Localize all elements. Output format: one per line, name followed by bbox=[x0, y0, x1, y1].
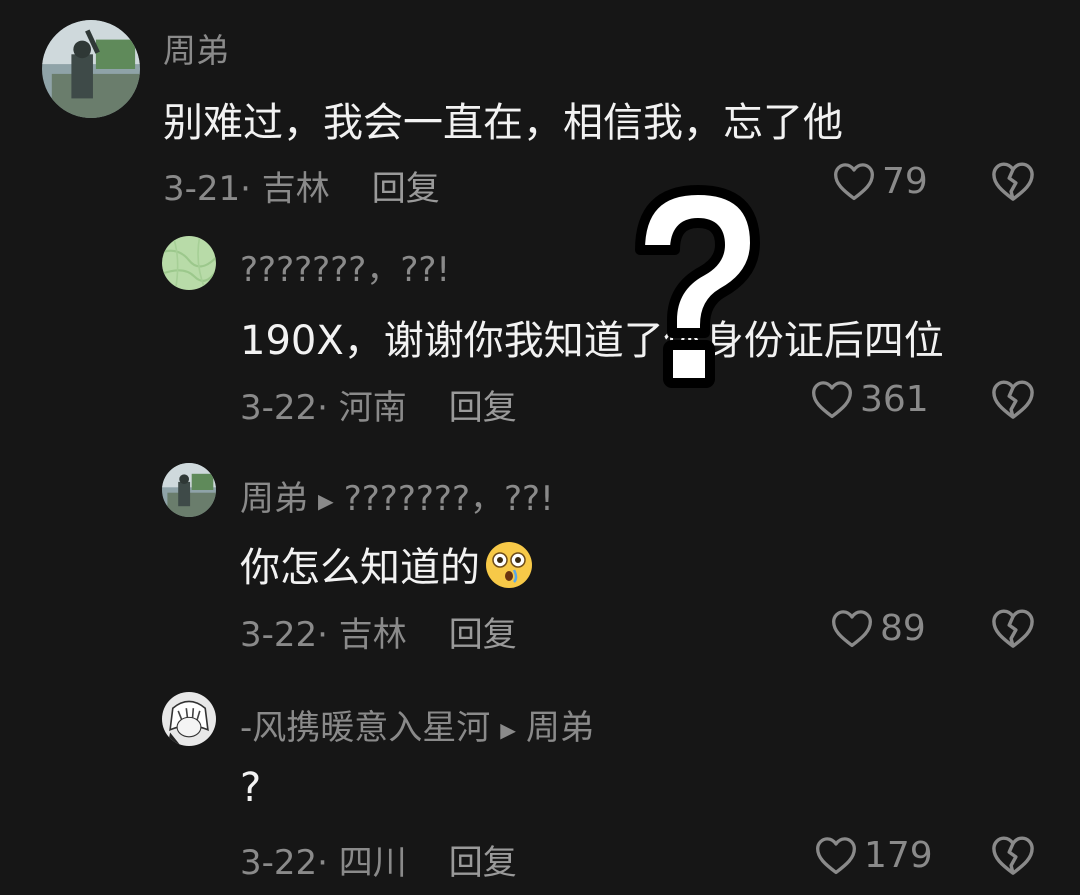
reply-target[interactable]: ???????，??! bbox=[344, 479, 554, 519]
avatar[interactable] bbox=[42, 20, 140, 118]
comment-text: ? bbox=[240, 765, 262, 811]
like-button[interactable]: 361 bbox=[810, 378, 929, 420]
reply-target[interactable]: 周弟 bbox=[526, 708, 594, 748]
heart-outline-icon bbox=[834, 163, 874, 201]
like-button[interactable]: 79 bbox=[832, 160, 928, 202]
date-location: 3-21· 吉林 bbox=[163, 169, 330, 209]
like-button[interactable]: 89 bbox=[830, 607, 926, 649]
dislike-button[interactable] bbox=[990, 160, 1036, 206]
comment-text: 别难过，我会一直在，相信我，忘了他 bbox=[163, 100, 843, 146]
avatar[interactable] bbox=[162, 692, 216, 746]
comment-item: ???????，??! 190X，谢谢你我知道了你身份证后四位 3-22· 河南… bbox=[0, 220, 1080, 435]
like-count: 179 bbox=[864, 834, 933, 876]
question-mark-overlay bbox=[610, 175, 785, 395]
comment-text: 你怎么知道的 bbox=[240, 535, 534, 600]
username[interactable]: ???????，??! bbox=[240, 242, 450, 291]
like-count: 89 bbox=[880, 607, 926, 649]
username[interactable]: 周弟 bbox=[163, 24, 229, 72]
username-text[interactable]: ???????，??! bbox=[240, 250, 450, 290]
date-location: 3-22· 吉林 bbox=[240, 615, 407, 655]
avatar[interactable] bbox=[162, 236, 216, 290]
broken-heart-icon bbox=[992, 609, 1034, 648]
astonished-face-emoji bbox=[484, 540, 534, 600]
broken-heart-icon bbox=[992, 380, 1034, 419]
comment-meta: 3-22· 吉林 回复 bbox=[240, 607, 517, 656]
comment-meta: 3-22· 河南 回复 bbox=[240, 380, 517, 429]
dislike-button[interactable] bbox=[990, 378, 1036, 424]
username[interactable]: 周弟 ▶ ???????，??! bbox=[240, 471, 554, 520]
reply-arrow-icon: ▶ bbox=[318, 488, 334, 513]
date-location: 3-22· 四川 bbox=[240, 843, 407, 883]
username-text[interactable]: 周弟 bbox=[240, 479, 308, 519]
username-text[interactable]: -风携暖意入星河 bbox=[240, 708, 490, 748]
avatar[interactable] bbox=[162, 463, 216, 517]
username[interactable]: -风携暖意入星河 ▶ 周弟 bbox=[240, 700, 594, 749]
reply-arrow-icon: ▶ bbox=[500, 717, 516, 742]
heart-outline-icon bbox=[812, 381, 852, 419]
heart-outline-icon bbox=[816, 837, 856, 875]
like-button[interactable]: 179 bbox=[814, 834, 933, 876]
like-count: 361 bbox=[860, 378, 929, 420]
dislike-button[interactable] bbox=[990, 607, 1036, 653]
comment-item: -风携暖意入星河 ▶ 周弟 ? 3-22· 四川 回复 179 bbox=[0, 670, 1080, 895]
like-count: 79 bbox=[882, 160, 928, 202]
date-location: 3-22· 河南 bbox=[240, 388, 407, 428]
reply-button[interactable]: 回复 bbox=[449, 388, 517, 428]
reply-button[interactable]: 回复 bbox=[449, 615, 517, 655]
comment-meta: 3-22· 四川 回复 bbox=[240, 835, 517, 884]
comment-text-content: 你怎么知道的 bbox=[240, 545, 480, 591]
reply-button[interactable]: 回复 bbox=[372, 169, 440, 209]
comment-meta: 3-21· 吉林 回复 bbox=[163, 161, 440, 210]
reply-button[interactable]: 回复 bbox=[449, 843, 517, 883]
username-text[interactable]: 周弟 bbox=[163, 31, 229, 70]
broken-heart-icon bbox=[992, 836, 1034, 875]
broken-heart-icon bbox=[992, 162, 1034, 201]
dislike-button[interactable] bbox=[990, 834, 1036, 880]
comment-item: 周弟 ▶ ???????，??! 你怎么知道的 3-22· 吉林 回复 89 bbox=[0, 445, 1080, 670]
heart-outline-icon bbox=[832, 610, 872, 648]
comment-text: 190X，谢谢你我知道了你身份证后四位 bbox=[240, 318, 944, 364]
comment-item: 周弟 别难过，我会一直在，相信我，忘了他 3-21· 吉林 回复 79 bbox=[0, 0, 1080, 220]
